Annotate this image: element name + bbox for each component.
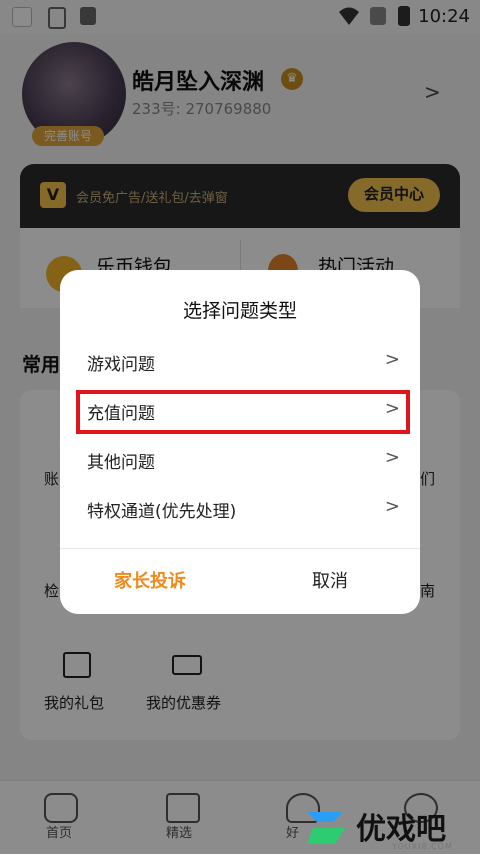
problem-type-dialog: 选择问题类型 游戏问题 > 充值问题 > 其他问题 > 特权通道(优先处理) >…	[60, 270, 420, 614]
option-label: 其他问题	[87, 453, 155, 473]
option-label: 游戏问题	[87, 355, 155, 375]
parent-complaint-button[interactable]: 家长投诉	[60, 562, 240, 602]
cancel-button[interactable]: 取消	[240, 562, 420, 602]
dialog-divider	[60, 548, 420, 549]
watermark-logo-icon	[307, 812, 345, 844]
watermark-subtext: YOUXI8.COM	[392, 842, 453, 851]
option-game-issue[interactable]: 游戏问题 >	[60, 339, 420, 385]
chevron-right-icon: >	[384, 496, 400, 517]
option-other-issue[interactable]: 其他问题 >	[60, 437, 420, 483]
chevron-right-icon: >	[384, 349, 400, 370]
option-priority-channel[interactable]: 特权通道(优先处理) >	[60, 486, 420, 532]
highlight-box	[76, 390, 410, 434]
chevron-right-icon: >	[384, 447, 400, 468]
option-label: 特权通道(优先处理)	[87, 502, 237, 522]
dialog-title: 选择问题类型	[182, 300, 297, 322]
